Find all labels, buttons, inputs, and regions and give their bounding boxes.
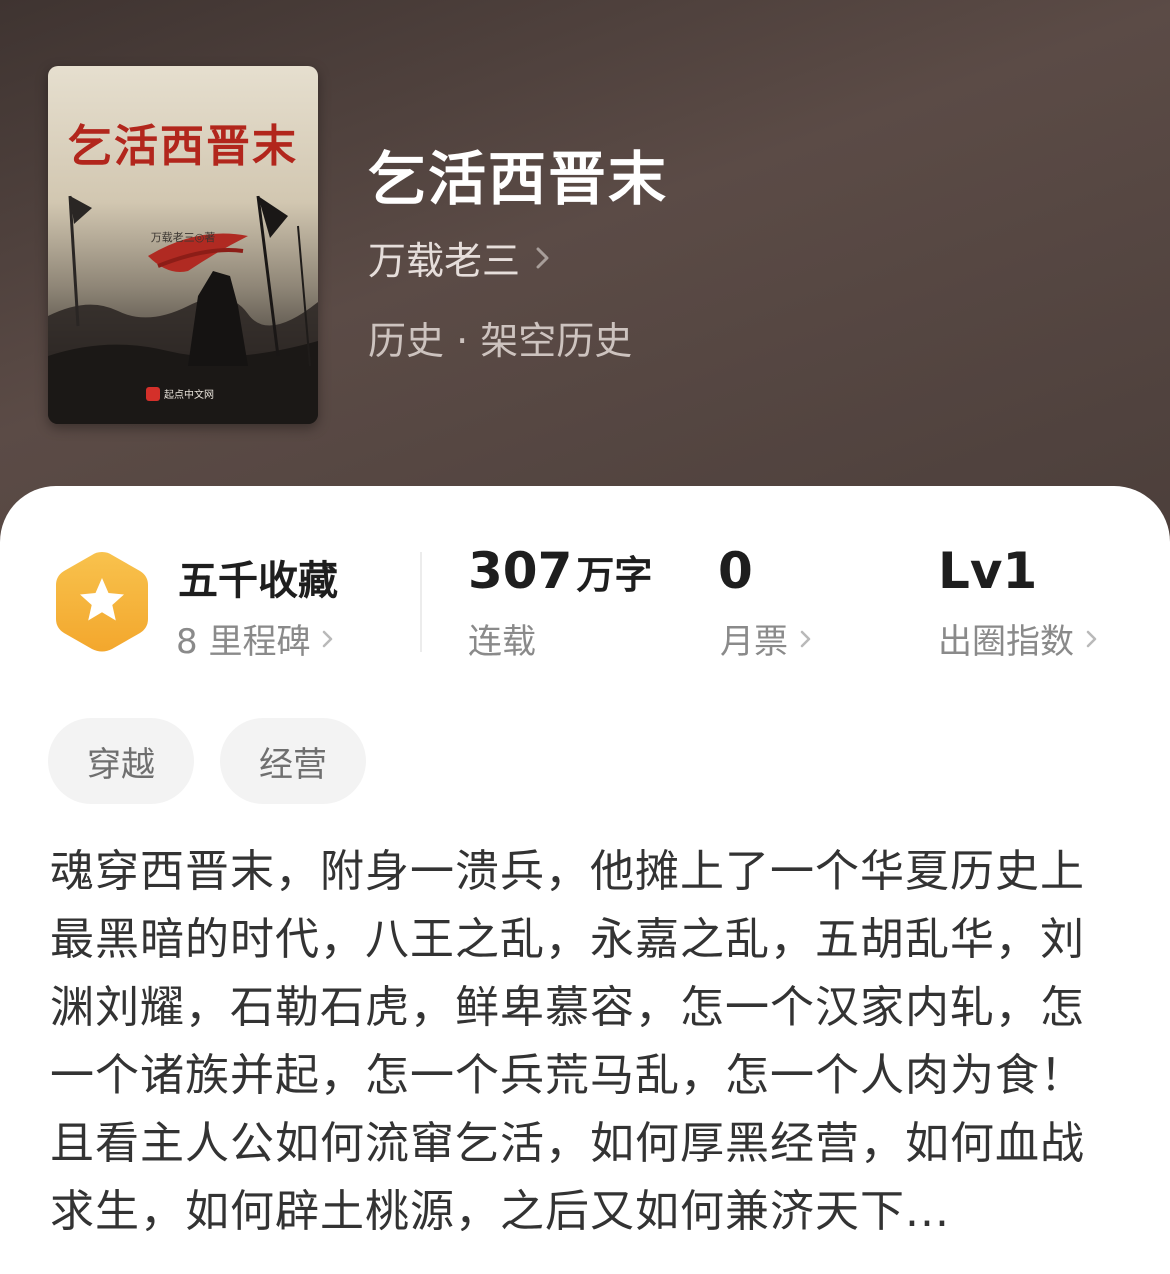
- chevron-right-icon: [800, 630, 811, 647]
- monthly-ticket-value: 0: [718, 542, 753, 600]
- word-count-value: 307: [468, 542, 573, 600]
- tag-chip[interactable]: 穿越: [48, 718, 194, 804]
- breakout-level-value: Lv1: [938, 542, 1038, 600]
- tag-chip[interactable]: 经营: [220, 718, 366, 804]
- breakout-index-link[interactable]: 出圈指数: [938, 614, 1102, 663]
- chevron-right-icon: [1086, 630, 1097, 647]
- author-link[interactable]: 万载老三: [368, 230, 556, 285]
- book-title: 乞活西晋末: [368, 145, 669, 213]
- word-count: 307 万字: [468, 542, 652, 600]
- monthly-ticket-label: 月票: [720, 622, 788, 662]
- milestone-count: 8 里程碑: [176, 622, 311, 662]
- serial-status: 连载: [468, 614, 536, 663]
- publisher-name: 起点中文网: [164, 390, 214, 401]
- publisher-logo: 起点中文网: [146, 386, 214, 401]
- chevron-right-icon: [536, 247, 549, 268]
- stats-divider: [420, 552, 422, 652]
- cover-title: 乞活西晋末: [68, 121, 298, 172]
- milestone-title: 五千收藏: [178, 558, 338, 604]
- milestone-link[interactable]: 8 里程碑: [176, 614, 338, 663]
- cover-author: 万载老三◎著: [150, 231, 216, 244]
- serial-status-label: 连载: [468, 622, 536, 662]
- synopsis-text: 魂穿西晋末，附身一溃兵，他摊上了一个华夏历史上最黑暗的时代，八王之乱，永嘉之乱，…: [50, 846, 1085, 1237]
- word-count-unit: 万字: [576, 553, 653, 597]
- star-hexagon-icon[interactable]: [52, 548, 152, 656]
- book-cover[interactable]: 乞活西晋末 万载老三◎著 起点中文网: [48, 66, 318, 424]
- genre-label: 历史 · 架空历史: [368, 319, 633, 363]
- breakout-index-label: 出圈指数: [938, 622, 1074, 662]
- author-name: 万载老三: [368, 239, 521, 283]
- monthly-ticket-link[interactable]: 月票: [720, 614, 816, 663]
- chevron-right-icon: [323, 630, 333, 647]
- breakout-level: Lv1: [938, 542, 1037, 600]
- monthly-ticket-count: 0: [718, 542, 753, 600]
- publisher-logo-icon: [146, 386, 160, 401]
